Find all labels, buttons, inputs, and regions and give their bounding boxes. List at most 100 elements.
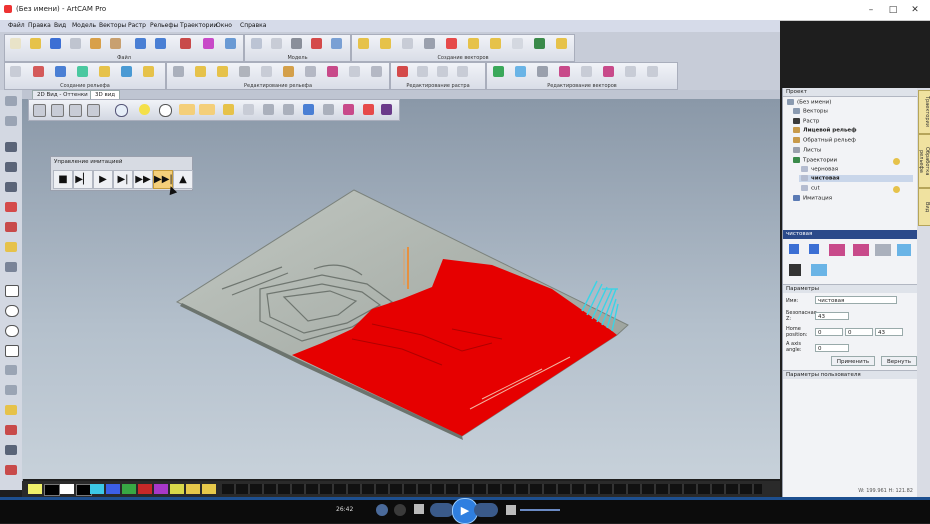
ellipse-icon[interactable]: [5, 305, 19, 317]
eraser-icon[interactable]: [5, 465, 17, 475]
palette-swatch[interactable]: [170, 484, 184, 494]
settings-icon[interactable]: [225, 38, 236, 49]
shuffle-icon[interactable]: [376, 504, 388, 516]
iso-view-icon[interactable]: [33, 104, 46, 117]
paste-icon[interactable]: [110, 38, 121, 49]
arc-icon[interactable]: [5, 365, 17, 375]
raster-fill-icon[interactable]: [417, 66, 428, 77]
scissors-icon[interactable]: [424, 38, 435, 49]
vector-close-icon[interactable]: [647, 66, 658, 77]
model-image-icon[interactable]: [291, 38, 302, 49]
menu-vectors[interactable]: Векторы: [99, 22, 126, 29]
palette-swatch[interactable]: [90, 484, 104, 494]
menu-help[interactable]: Справка: [240, 22, 266, 29]
node-icon[interactable]: [5, 162, 17, 172]
stop-button[interactable]: ■: [53, 170, 73, 189]
relief-shape-icon[interactable]: [10, 66, 21, 77]
circle-icon[interactable]: [5, 325, 19, 337]
tree-item-simulation[interactable]: Имитация: [793, 195, 832, 202]
open-folder-icon[interactable]: [30, 38, 41, 49]
menu-model[interactable]: Модель: [72, 22, 96, 29]
palette-swatch[interactable]: [60, 484, 74, 494]
vector-fillet-icon[interactable]: [625, 66, 636, 77]
palette-swatch[interactable]: [106, 484, 120, 494]
edit-toolpath-icon[interactable]: [897, 244, 911, 256]
model-mirror-icon[interactable]: [311, 38, 322, 49]
tree-item-cut[interactable]: cut: [801, 185, 820, 192]
book-icon[interactable]: [203, 38, 214, 49]
pen-3d-icon[interactable]: [303, 104, 314, 115]
layers-purple-icon[interactable]: [381, 104, 392, 115]
next-icon[interactable]: [474, 503, 498, 517]
calculate-all-icon[interactable]: [853, 244, 869, 256]
grid-map-icon[interactable]: [534, 38, 545, 49]
polygon-icon[interactable]: [5, 345, 19, 357]
layers-color-icon[interactable]: [343, 104, 354, 115]
repeat-icon[interactable]: [394, 504, 406, 516]
front-view-icon[interactable]: [51, 104, 64, 117]
grid-icon[interactable]: [5, 116, 17, 126]
menu-view[interactable]: Вид: [54, 22, 66, 29]
light-bulb-icon[interactable]: [139, 104, 150, 115]
palette-swatch[interactable]: [28, 484, 42, 494]
raster-select-icon[interactable]: [457, 66, 468, 77]
model-sphere-icon[interactable]: [331, 38, 342, 49]
relief-weave-icon[interactable]: [99, 66, 110, 77]
relief-clear-icon[interactable]: [349, 66, 360, 77]
palette-swatch[interactable]: [202, 484, 216, 494]
save-icon[interactable]: [50, 38, 61, 49]
simulate-icon[interactable]: [811, 264, 827, 276]
layers-red-icon[interactable]: [363, 104, 374, 115]
model-grid-icon[interactable]: [271, 38, 282, 49]
lightbulb-icon[interactable]: [893, 186, 900, 193]
cut-icon[interactable]: [90, 38, 101, 49]
tree-item-toolpaths[interactable]: Траектории: [793, 157, 837, 164]
fast-forward-button[interactable]: ▶▶: [133, 170, 153, 189]
relief-spin-icon[interactable]: [77, 66, 88, 77]
vector-align-icon[interactable]: [515, 66, 526, 77]
relief-blend-icon[interactable]: [283, 66, 294, 77]
menu-toolpaths[interactable]: Траектории: [180, 22, 217, 29]
vector-join-icon[interactable]: [537, 66, 548, 77]
relief-smooth-icon[interactable]: [173, 66, 184, 77]
select-icon[interactable]: [358, 38, 369, 49]
relief-face-icon[interactable]: [121, 66, 132, 77]
stop-media-icon[interactable]: [414, 504, 424, 514]
home-y-input[interactable]: 0: [845, 328, 873, 336]
bucket-icon[interactable]: [5, 242, 17, 252]
step-end-button[interactable]: ▶|: [113, 170, 133, 189]
menu-window[interactable]: Окно: [216, 22, 232, 29]
trim-icon[interactable]: [5, 445, 17, 455]
calculate-icon[interactable]: [829, 244, 845, 256]
relief-star-icon[interactable]: [55, 66, 66, 77]
node-edit-icon[interactable]: [380, 38, 391, 49]
depth-icon[interactable]: [283, 104, 294, 115]
palette-swatch[interactable]: [122, 484, 136, 494]
raster-brush-icon[interactable]: [397, 66, 408, 77]
tool-database-icon[interactable]: [875, 244, 891, 256]
undo-icon[interactable]: [135, 38, 146, 49]
move-down-icon[interactable]: [809, 244, 819, 254]
raster-erase-icon[interactable]: [437, 66, 448, 77]
home-x-input[interactable]: 0: [815, 328, 843, 336]
previous-icon[interactable]: [430, 503, 454, 517]
tree-item-sheets[interactable]: Листы: [793, 147, 821, 154]
relief-texture-icon[interactable]: [143, 66, 154, 77]
user-parameters-header[interactable]: Параметры пользователя: [783, 370, 917, 379]
play-button[interactable]: ▶: [93, 170, 113, 189]
palette-swatch[interactable]: [44, 484, 60, 496]
vector-offset-icon[interactable]: [559, 66, 570, 77]
menu-edit[interactable]: Правка: [28, 22, 51, 29]
name-input[interactable]: чистовая: [815, 296, 897, 304]
pointer-icon[interactable]: [5, 142, 17, 152]
rocket-icon[interactable]: [446, 38, 457, 49]
material-icon[interactable]: [223, 104, 234, 115]
relief-color-icon[interactable]: [327, 66, 338, 77]
tree-item-rough[interactable]: черновая: [801, 166, 838, 173]
transform-toolpath-icon[interactable]: [789, 264, 801, 276]
wand-icon[interactable]: [490, 38, 501, 49]
ruler-icon[interactable]: [556, 38, 567, 49]
menu-raster[interactable]: Растр: [128, 22, 146, 29]
step-play-button[interactable]: ▶▏: [73, 170, 93, 189]
relief-offset-icon[interactable]: [217, 66, 228, 77]
